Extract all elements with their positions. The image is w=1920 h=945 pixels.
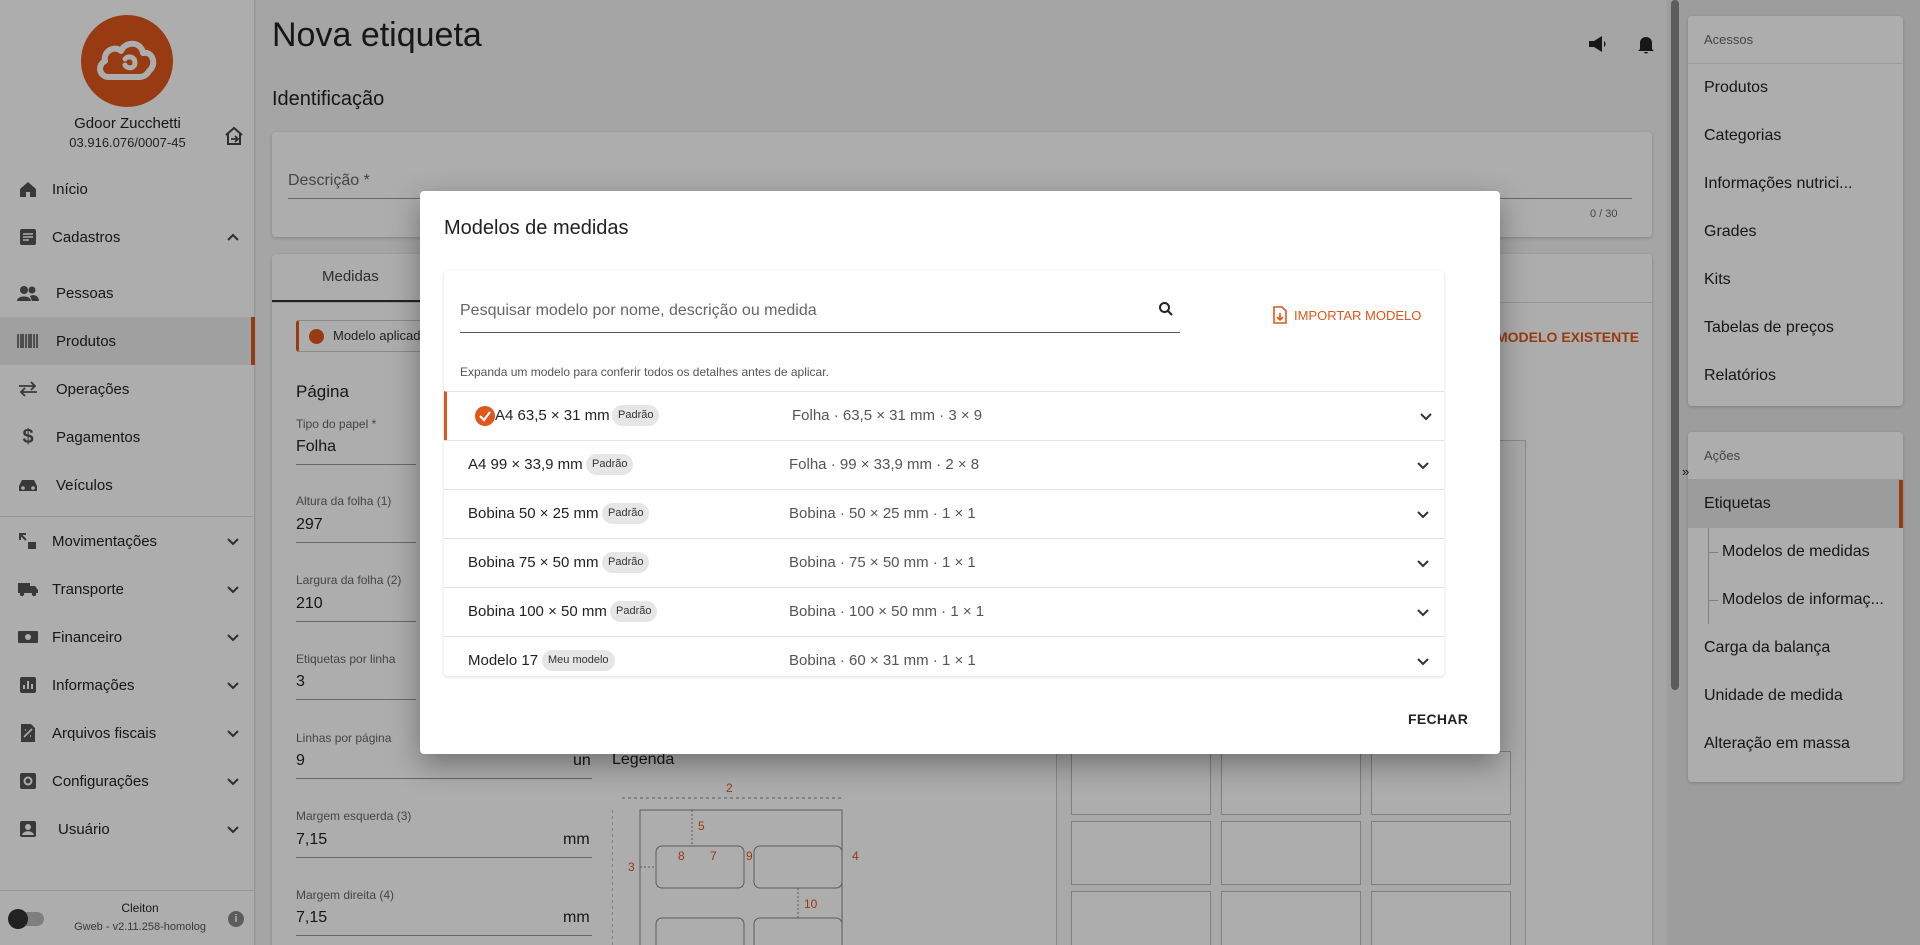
model-badge: Padrão (602, 503, 650, 524)
search-icon[interactable] (1158, 301, 1174, 317)
model-badge: Padrão (610, 601, 658, 622)
model-name: Bobina 50 × 25 mm (468, 505, 599, 522)
model-description: Bobina · 50 × 25 mm · 1 × 1 (789, 505, 976, 522)
models-dialog: Modelos de medidas IMPORTAR MODELO Expan… (420, 191, 1500, 754)
check-circle-icon (475, 406, 495, 426)
model-description: Folha · 99 × 33,9 mm · 2 × 8 (789, 456, 980, 473)
chevron-down-icon[interactable] (1416, 461, 1430, 471)
import-model-label: IMPORTAR MODELO (1294, 307, 1422, 323)
models-panel: IMPORTAR MODELO Expanda um modelo para c… (444, 271, 1444, 676)
model-description: Bobina · 100 × 50 mm · 1 × 1 (789, 603, 985, 620)
model-name: Bobina 75 × 50 mm (468, 554, 599, 571)
close-button[interactable]: FECHAR (1408, 711, 1468, 727)
dialog-title: Modelos de medidas (444, 217, 629, 239)
model-badge: Padrão (612, 405, 660, 426)
list-item[interactable]: A4 99 × 33,9 mm Padrão Folha · 99 × 33,9… (444, 440, 1444, 489)
list-item[interactable]: Modelo 17 Meu modelo Bobina · 60 × 31 mm… (444, 636, 1444, 676)
import-model-button[interactable]: IMPORTAR MODELO (1272, 305, 1421, 325)
chevron-down-icon[interactable] (1419, 412, 1433, 422)
file-import-icon (1273, 306, 1287, 324)
model-name: Bobina 100 × 50 mm (468, 603, 607, 620)
list-item[interactable]: Bobina 75 × 50 mm Padrão Bobina · 75 × 5… (444, 538, 1444, 587)
model-description: Bobina · 60 × 31 mm · 1 × 1 (789, 652, 976, 669)
model-name: A4 63,5 × 31 mm (495, 407, 610, 424)
list-item[interactable]: Bobina 100 × 50 mm Padrão Bobina · 100 ×… (444, 587, 1444, 636)
model-description: Bobina · 75 × 50 mm · 1 × 1 (789, 554, 976, 571)
model-badge: Meu modelo (542, 650, 615, 671)
model-name: Modelo 17 (468, 652, 539, 669)
chevron-down-icon[interactable] (1416, 559, 1430, 569)
model-description: Folha · 63,5 × 31 mm · 3 × 9 (792, 407, 983, 424)
list-item[interactable]: A4 63,5 × 31 mm Padrão Folha · 63,5 × 31… (444, 391, 1444, 440)
chevron-down-icon[interactable] (1416, 608, 1430, 618)
model-badge: Padrão (602, 552, 650, 573)
chevron-down-icon[interactable] (1416, 657, 1430, 667)
model-badge: Padrão (586, 454, 634, 475)
helper-text: Expanda um modelo para conferir todos os… (460, 365, 829, 379)
chevron-down-icon[interactable] (1416, 510, 1430, 520)
search-wrapper (460, 291, 1180, 333)
list-item[interactable]: Bobina 50 × 25 mm Padrão Bobina · 50 × 2… (444, 489, 1444, 538)
model-name: A4 99 × 33,9 mm (468, 456, 583, 473)
search-input[interactable] (460, 299, 1140, 323)
